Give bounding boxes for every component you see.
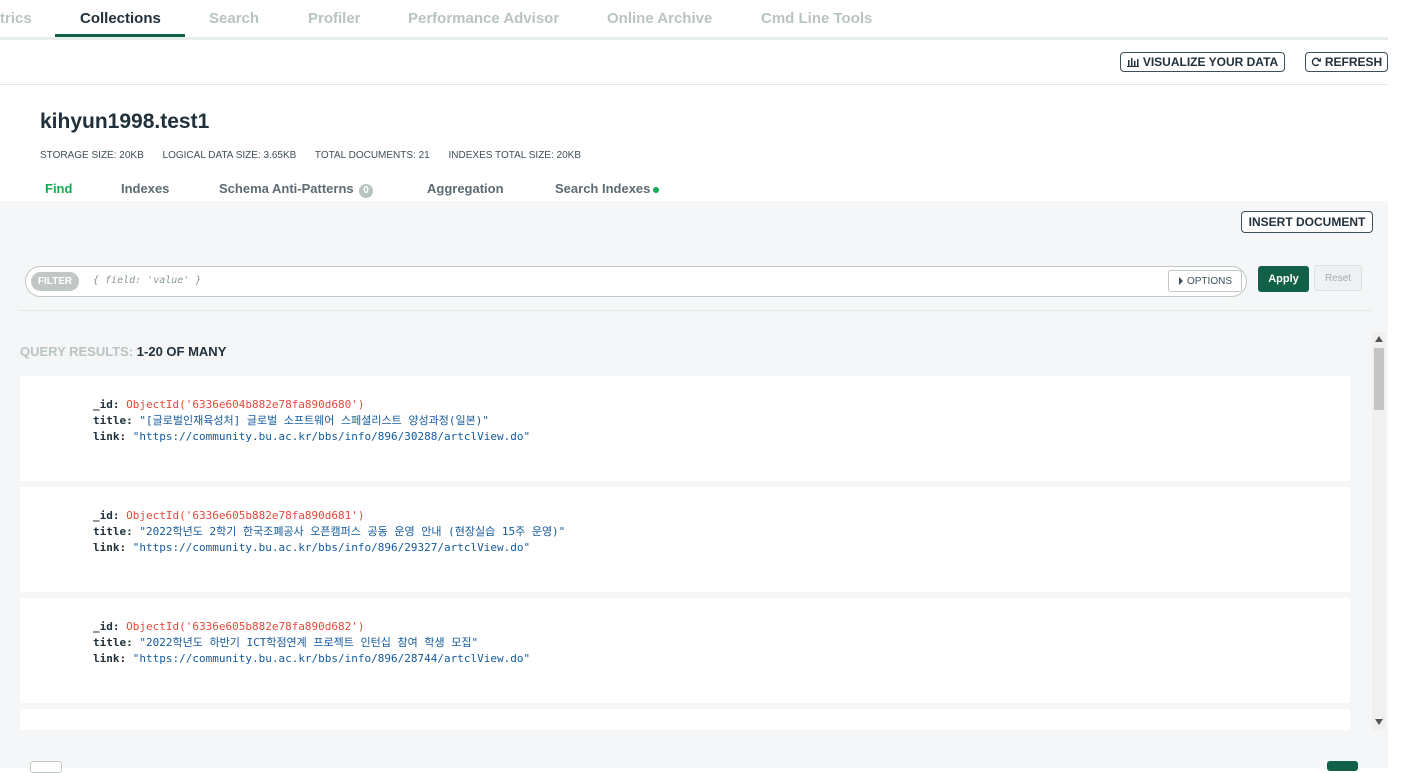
query-results-header: QUERY RESULTS: 1-20 OF MANY	[20, 344, 226, 359]
search-indexes-label: Search Indexes	[555, 181, 651, 196]
tab-profiler[interactable]: Profiler	[308, 10, 361, 27]
refresh-button[interactable]: REFRESH	[1305, 52, 1388, 72]
title-value: "[글로벌인재육성처] 글로벌 소프트웨어 스페셜리스트 양성과정(일본)"	[139, 414, 489, 427]
total-documents: TOTAL DOCUMENTS: 21	[314, 150, 430, 161]
field-id: _id: ObjectId('6336e604b882e78fa890d680'…	[93, 398, 365, 411]
object-id-value: ObjectId('6336e605b882e78fa890d681')	[126, 509, 365, 522]
field-id: _id: ObjectId('6336e605b882e78fa890d682'…	[93, 620, 365, 633]
tab-indexes[interactable]: Indexes	[121, 181, 169, 196]
tab-schema-anti-patterns[interactable]: Schema Anti-Patterns 0	[219, 181, 373, 198]
tab-aggregation[interactable]: Aggregation	[427, 181, 504, 196]
document-card[interactable]: _id: ObjectId('6336e605b882e78fa890d682'…	[20, 598, 1350, 703]
field-title: title: "2022학년도 하반기 ICT학점연계 프로젝트 인턴십 참여 …	[93, 636, 479, 649]
refresh-icon	[1311, 57, 1321, 67]
apply-button[interactable]: Apply	[1258, 266, 1309, 292]
field-title: title: "2022학년도 2학기 한국조폐공사 오픈캠퍼스 공동 운영 안…	[93, 525, 566, 538]
field-id: _id: ObjectId('6336e605b882e78fa890d681'…	[93, 509, 365, 522]
document-card[interactable]: _id: ObjectId('6336e604b882e78fa890d680'…	[20, 376, 1350, 481]
query-results-label: QUERY RESULTS:	[20, 344, 134, 359]
tab-online-archive[interactable]: Online Archive	[607, 10, 712, 27]
tab-collections[interactable]: Collections	[80, 10, 161, 27]
field-link: link: "https://community.bu.ac.kr/bbs/in…	[93, 430, 531, 443]
tab-performance-advisor[interactable]: Performance Advisor	[408, 10, 559, 27]
scroll-down-icon[interactable]	[1375, 719, 1383, 725]
options-button[interactable]: OPTIONS	[1168, 270, 1242, 292]
top-tab-bar: trics Collections Search Profiler Perfor…	[0, 0, 1388, 40]
chart-icon	[1126, 58, 1139, 67]
field-link: link: "https://community.bu.ac.kr/bbs/in…	[93, 541, 531, 554]
schema-anti-patterns-count: 0	[359, 184, 373, 198]
link-value: "https://community.bu.ac.kr/bbs/info/896…	[132, 652, 531, 665]
reset-button[interactable]: Reset	[1314, 265, 1362, 291]
active-tab-indicator	[55, 34, 185, 37]
tab-metrics[interactable]: trics	[0, 10, 32, 27]
query-results-count: 1-20 OF MANY	[136, 344, 227, 359]
object-id-value: ObjectId('6336e604b882e78fa890d680')	[126, 398, 365, 411]
title-value: "2022학년도 하반기 ICT학점연계 프로젝트 인턴십 참여 학생 모집"	[139, 636, 479, 649]
document-card[interactable]	[20, 709, 1350, 730]
collection-toolbar: VISUALIZE YOUR DATA REFRESH	[0, 40, 1388, 85]
insert-document-button[interactable]: INSERT DOCUMENT	[1241, 211, 1373, 233]
document-card[interactable]: _id: ObjectId('6336e605b882e78fa890d681'…	[20, 487, 1350, 592]
tab-search-indexes[interactable]: Search Indexes	[555, 181, 660, 196]
field-title: title: "[글로벌인재육성처] 글로벌 소프트웨어 스페셜리스트 양성과정…	[93, 414, 489, 427]
filter-input[interactable]: { field: 'value' }	[93, 275, 201, 286]
logical-data-size: LOGICAL DATA SIZE: 3.65KB	[162, 150, 297, 161]
filter-pill: FILTER	[31, 272, 79, 291]
indexes-total-size: INDEXES TOTAL SIZE: 20KB	[448, 150, 581, 161]
link-value: "https://community.bu.ac.kr/bbs/info/896…	[132, 430, 531, 443]
filter-bar: FILTER { field: 'value' } OPTIONS	[25, 266, 1247, 297]
collection-namespace: kihyun1998.test1	[40, 110, 210, 133]
collection-stats: STORAGE SIZE: 20KB LOGICAL DATA SIZE: 3.…	[40, 150, 597, 161]
visualize-data-label: VISUALIZE YOUR DATA	[1142, 55, 1279, 69]
field-link: link: "https://community.bu.ac.kr/bbs/in…	[93, 652, 531, 665]
object-id-value: ObjectId('6336e605b882e78fa890d682')	[126, 620, 365, 633]
document-fields: _id: ObjectId('6336e604b882e78fa890d680'…	[93, 397, 530, 445]
results-scrollbar[interactable]	[1372, 332, 1386, 730]
pagination-next-button[interactable]	[1327, 761, 1358, 771]
divider	[18, 310, 1372, 311]
title-value: "2022학년도 2학기 한국조폐공사 오픈캠퍼스 공동 운영 안내 (현장실습…	[139, 525, 566, 538]
tab-find[interactable]: Find	[45, 181, 72, 196]
schema-anti-patterns-label: Schema Anti-Patterns	[219, 181, 354, 196]
visualize-data-button[interactable]: VISUALIZE YOUR DATA	[1120, 52, 1285, 72]
document-fields: _id: ObjectId('6336e605b882e78fa890d682'…	[93, 619, 530, 667]
tab-cmd-line-tools[interactable]: Cmd Line Tools	[761, 10, 872, 27]
storage-size: STORAGE SIZE: 20KB	[40, 150, 144, 161]
status-dot-icon	[653, 186, 660, 193]
caret-right-icon	[1178, 277, 1183, 285]
scroll-thumb[interactable]	[1374, 348, 1384, 410]
document-fields: _id: ObjectId('6336e605b882e78fa890d681'…	[93, 508, 565, 556]
pagination-button[interactable]	[30, 761, 62, 773]
options-label: OPTIONS	[1186, 275, 1232, 287]
link-value: "https://community.bu.ac.kr/bbs/info/896…	[132, 541, 531, 554]
refresh-label: REFRESH	[1324, 55, 1383, 69]
tab-search[interactable]: Search	[209, 10, 259, 27]
scroll-up-icon[interactable]	[1375, 336, 1383, 342]
